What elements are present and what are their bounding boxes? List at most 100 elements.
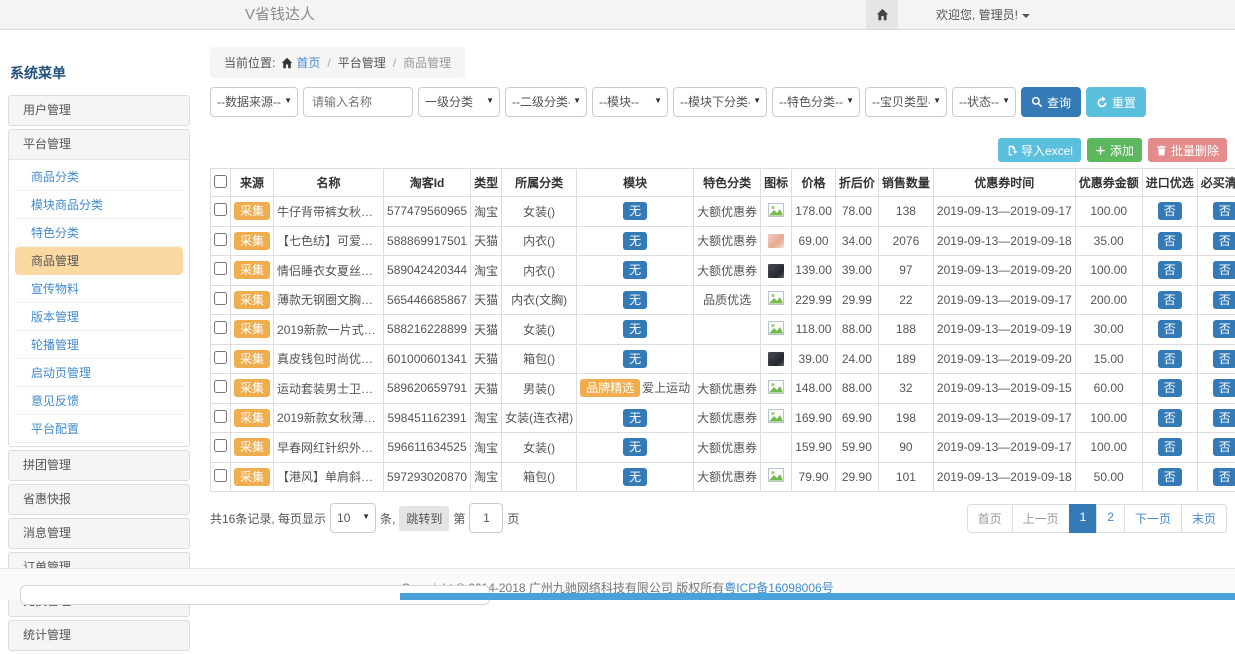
row-checkbox[interactable] — [214, 469, 227, 482]
row-checkbox[interactable] — [214, 292, 227, 305]
source-badge: 采集 — [234, 438, 270, 456]
sidebar-item-4[interactable]: 宣传物料 — [15, 275, 183, 303]
must-buy-toggle[interactable]: 否 — [1213, 232, 1235, 250]
search-icon — [1031, 96, 1043, 108]
reset-button[interactable]: 重置 — [1086, 87, 1146, 117]
select-all-checkbox[interactable] — [214, 175, 227, 188]
sidebar-item-8[interactable]: 意见反馈 — [15, 387, 183, 415]
source-badge: 采集 — [234, 320, 270, 338]
jump-page-input[interactable] — [469, 503, 503, 533]
user-menu[interactable]: 欢迎您, 管理员! — [936, 6, 1030, 23]
jump-button[interactable]: 跳转到 — [399, 506, 449, 531]
sidebar-group-7[interactable]: 统计管理 — [9, 621, 189, 650]
sidebar-item-2[interactable]: 特色分类 — [15, 219, 183, 247]
icon-cell — [761, 403, 792, 433]
sidebar-item-9[interactable]: 平台配置 — [15, 415, 183, 443]
row-checkbox[interactable] — [214, 410, 227, 423]
imported-toggle[interactable]: 否 — [1158, 291, 1182, 309]
sidebar-group-3[interactable]: 省惠快报 — [9, 485, 189, 514]
sidebar-group-4[interactable]: 消息管理 — [9, 519, 189, 548]
must-buy-toggle[interactable]: 否 — [1213, 291, 1235, 309]
coupon-time: 2019-09-13—2019-09-17 — [933, 433, 1075, 463]
row-checkbox[interactable] — [214, 380, 227, 393]
col-header-2: 淘客Id — [384, 169, 471, 197]
breadcrumb: 当前位置: 首页 / 平台管理 / 商品管理 — [210, 47, 465, 78]
imported-toggle[interactable]: 否 — [1158, 202, 1182, 220]
source-badge: 采集 — [234, 379, 270, 397]
page-button-4[interactable]: 下一页 — [1124, 504, 1182, 533]
table-row: 采集运动套装男士卫衣初秋...589620659791天猫男装()品牌精选爱上运… — [211, 374, 1235, 404]
table-row: 采集真皮钱包时尚优雅女士...601000601341天猫箱包()无39.002… — [211, 344, 1235, 374]
bottom-scrollbar[interactable] — [400, 593, 1235, 600]
price: 79.90 — [792, 462, 836, 492]
feature-category: 大额优惠券 — [694, 433, 761, 463]
imported-toggle[interactable]: 否 — [1158, 350, 1182, 368]
table-row: 采集早春网红针织外套女春...596611634525淘宝女装()无大额优惠券1… — [211, 433, 1235, 463]
batch-delete-button[interactable]: 批量删除 — [1148, 138, 1227, 162]
sidebar-item-1[interactable]: 模块商品分类 — [15, 191, 183, 219]
row-checkbox[interactable] — [214, 203, 227, 216]
row-checkbox[interactable] — [214, 233, 227, 246]
module-cell: 无 — [577, 285, 694, 315]
module-cell: 无 — [577, 197, 694, 227]
icon-cell — [761, 197, 792, 227]
must-buy-toggle[interactable]: 否 — [1213, 261, 1235, 279]
breadcrumb-platform: 平台管理 — [338, 54, 386, 71]
row-checkbox[interactable] — [214, 351, 227, 364]
item-type-select[interactable]: --宝贝类型-- — [865, 87, 947, 117]
sidebar-item-5[interactable]: 版本管理 — [15, 303, 183, 331]
imported-toggle[interactable]: 否 — [1158, 438, 1182, 456]
row-checkbox[interactable] — [214, 321, 227, 334]
sidebar-group-0[interactable]: 用户管理 — [9, 96, 189, 125]
module-select[interactable]: --模块-- — [592, 87, 668, 117]
source-badge: 采集 — [234, 291, 270, 309]
sidebar-item-0[interactable]: 商品分类 — [15, 163, 183, 191]
trash-icon — [1156, 145, 1167, 156]
sidebar-item-7[interactable]: 启动页管理 — [15, 359, 183, 387]
sidebar-item-6[interactable]: 轮播管理 — [15, 331, 183, 359]
module-subcategory-select[interactable]: --模块下分类-- — [673, 87, 767, 117]
must-buy-toggle[interactable]: 否 — [1213, 379, 1235, 397]
shop-type: 天猫 — [471, 226, 502, 256]
feature-category-select[interactable]: --特色分类-- — [772, 87, 860, 117]
import-excel-button[interactable]: 导入excel — [998, 138, 1081, 162]
sidebar-group-2[interactable]: 拼团管理 — [9, 451, 189, 480]
page-button-3[interactable]: 2 — [1096, 504, 1125, 533]
sidebar-item-3[interactable]: 商品管理 — [15, 247, 183, 275]
app-title: V省钱达人 — [245, 0, 315, 29]
data-source-select[interactable]: --数据来源-- — [210, 87, 298, 117]
sidebar-group-1[interactable]: 平台管理 — [9, 130, 189, 159]
imported-toggle[interactable]: 否 — [1158, 320, 1182, 338]
home-button[interactable] — [866, 0, 898, 29]
status-select[interactable]: --状态-- — [952, 87, 1016, 117]
discount-price: 29.99 — [835, 285, 878, 315]
imported-toggle[interactable]: 否 — [1158, 409, 1182, 427]
coupon-time: 2019-09-13—2019-09-18 — [933, 462, 1075, 492]
imported-toggle[interactable]: 否 — [1158, 468, 1182, 486]
page-button-5[interactable]: 末页 — [1181, 504, 1227, 533]
must-buy-toggle[interactable]: 否 — [1213, 438, 1235, 456]
must-buy-toggle[interactable]: 否 — [1213, 320, 1235, 338]
must-buy-toggle[interactable]: 否 — [1213, 409, 1235, 427]
page-button-2[interactable]: 1 — [1069, 504, 1098, 533]
add-button[interactable]: 添加 — [1087, 138, 1142, 162]
page-size-select[interactable]: 10 — [330, 503, 376, 533]
imported-toggle[interactable]: 否 — [1158, 232, 1182, 250]
page-button-0: 首页 — [967, 504, 1013, 533]
search-button[interactable]: 查询 — [1021, 87, 1081, 117]
row-checkbox[interactable] — [214, 439, 227, 452]
module-cell: 无 — [577, 403, 694, 433]
imported-toggle[interactable]: 否 — [1158, 261, 1182, 279]
price: 159.90 — [792, 433, 836, 463]
level1-category-select[interactable]: 一级分类 — [418, 87, 500, 117]
breadcrumb-home-link[interactable]: 首页 — [296, 54, 320, 71]
row-checkbox[interactable] — [214, 262, 227, 275]
imported-toggle[interactable]: 否 — [1158, 379, 1182, 397]
must-buy-toggle[interactable]: 否 — [1213, 350, 1235, 368]
level2-category-select[interactable]: --二级分类-- — [505, 87, 587, 117]
col-header-10: 销售数量 — [878, 169, 933, 197]
module-badge: 无 — [623, 350, 647, 368]
must-buy-toggle[interactable]: 否 — [1213, 468, 1235, 486]
must-buy-toggle[interactable]: 否 — [1213, 202, 1235, 220]
name-input[interactable] — [303, 87, 413, 117]
